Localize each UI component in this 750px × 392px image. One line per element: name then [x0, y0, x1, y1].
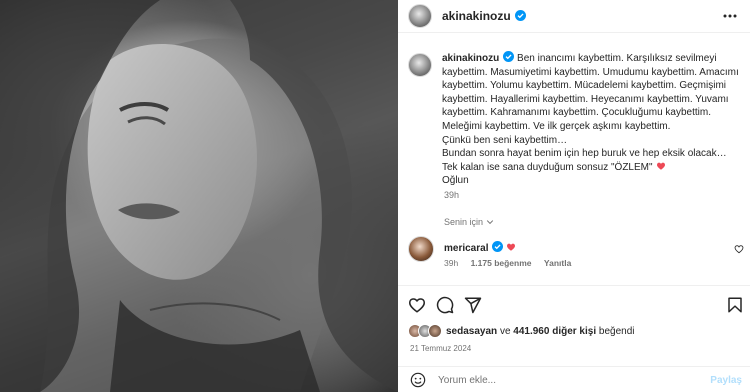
caption-text: akinakinozu Ben inancımı kaybettim. Karş… — [442, 51, 742, 188]
likes-count[interactable]: 441.960 diğer kişi — [513, 326, 596, 337]
comment-time[interactable]: 39h — [444, 258, 458, 268]
bookmark-icon[interactable] — [726, 296, 744, 314]
verified-icon — [492, 241, 504, 252]
likes-suffix: beğendi — [598, 325, 635, 337]
comment-meta: 39h 1.175 beğenme Yanıtla — [444, 258, 581, 268]
comment-likes[interactable]: 1.175 beğenme — [471, 258, 532, 268]
portrait-illustration — [0, 0, 398, 392]
post-button[interactable]: Paylaş — [710, 375, 742, 386]
for-you-label: Senin için — [444, 217, 484, 227]
caption-username[interactable]: akinakinozu — [442, 53, 499, 64]
red-heart-icon — [507, 243, 516, 251]
post-header: akinakinozu — [398, 0, 750, 33]
red-heart-icon — [656, 162, 665, 170]
post-image[interactable] — [0, 0, 398, 392]
caption-body: Ben inancımı kaybettim. Karşılıksız sevi… — [442, 53, 739, 173]
comment-input[interactable]: Yorum ekle... — [438, 375, 496, 386]
verified-icon — [514, 10, 526, 21]
commenter-username[interactable]: mericaral — [444, 243, 488, 254]
add-comment-bar: Yorum ekle... Paylaş — [398, 366, 750, 392]
author-username[interactable]: akinakinozu — [442, 9, 526, 23]
more-icon[interactable] — [722, 8, 738, 24]
heart-icon[interactable] — [408, 296, 426, 314]
author-avatar[interactable] — [408, 4, 432, 28]
chevron-down-icon — [486, 220, 494, 225]
comments-area: akinakinozu Ben inancımı kaybettim. Karş… — [398, 33, 750, 285]
comment-icon[interactable] — [436, 296, 454, 314]
reply-button[interactable]: Yanıtla — [544, 258, 571, 268]
liker-username[interactable]: sedasayan — [446, 326, 497, 337]
caption-avatar[interactable] — [408, 53, 432, 77]
actions-section: sedasayan ve 441.960 diğer kişi beğendi … — [398, 285, 750, 392]
post-panel: akinakinozu akinakinozu Ben inancımı kay… — [398, 0, 750, 392]
commenter-avatar[interactable] — [408, 236, 434, 262]
caption-sign: Oğlun — [442, 175, 469, 187]
comment-text: mericaral — [444, 241, 516, 254]
share-icon[interactable] — [464, 296, 482, 314]
likes-connector: ve — [499, 325, 511, 337]
heart-icon[interactable] — [734, 244, 744, 254]
verified-icon — [503, 51, 515, 62]
action-bar — [408, 296, 744, 316]
caption-time[interactable]: 39h — [444, 190, 459, 200]
likes-summary[interactable]: sedasayan ve 441.960 diğer kişi beğendi — [408, 324, 635, 338]
emoji-icon[interactable] — [410, 372, 426, 388]
post-date[interactable]: 21 Temmuz 2024 — [410, 344, 471, 353]
liker-avatars — [408, 324, 446, 338]
for-you-toggle[interactable]: Senin için — [444, 217, 494, 227]
